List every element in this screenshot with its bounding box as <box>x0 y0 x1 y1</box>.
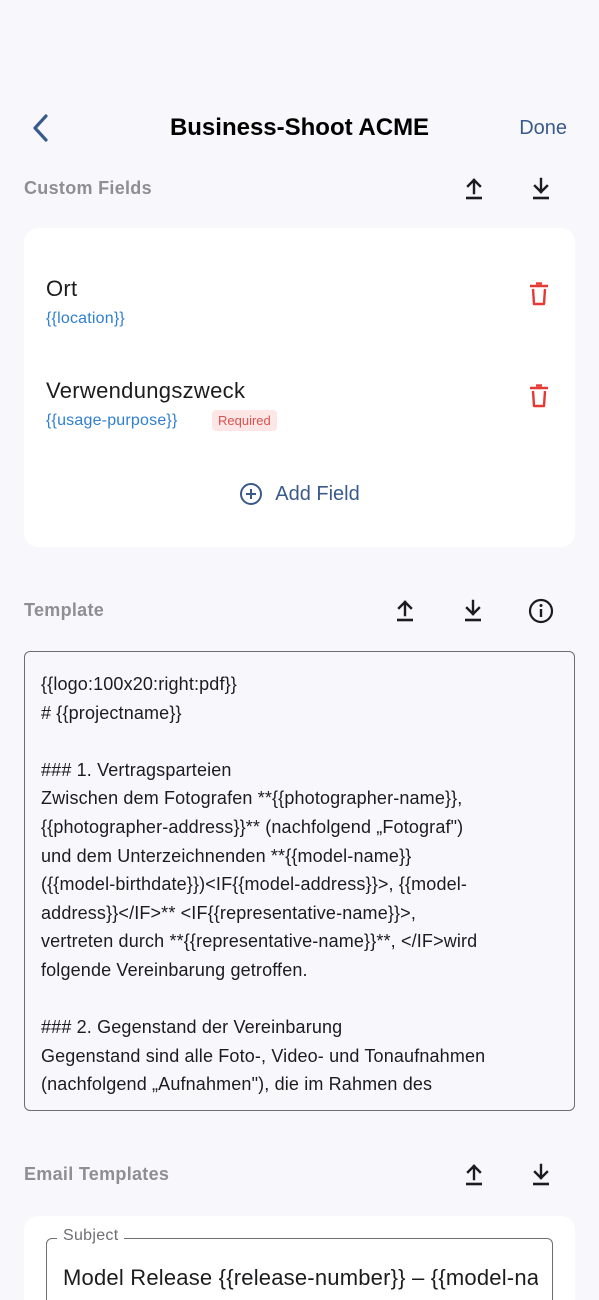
add-field-button[interactable]: Add Field <box>24 478 575 510</box>
custom-field-row[interactable]: Ort {{location}} <box>46 276 553 356</box>
page-title: Business-Shoot ACME <box>169 114 430 141</box>
trash-icon <box>530 384 548 408</box>
email-templates-card: Subject Model Release {{release-number}}… <box>24 1216 575 1300</box>
add-circle-icon <box>240 483 263 505</box>
upload-icon <box>397 600 413 622</box>
email-templates-header: Email Templates <box>24 1156 575 1196</box>
template-header: Template <box>24 592 575 632</box>
delete-field-button[interactable] <box>525 382 553 410</box>
custom-fields-upload-button[interactable] <box>459 174 489 204</box>
field-name: Verwendungszweck <box>46 378 246 403</box>
download-icon <box>533 1163 549 1186</box>
subject-label: Subject <box>57 1227 125 1245</box>
field-key: {{location}} <box>46 310 125 327</box>
done-button[interactable]: Done <box>519 117 567 140</box>
email-templates-label: Email Templates <box>24 1164 170 1184</box>
subject-value: Model Release {{release-number}} – {{mod… <box>63 1265 538 1290</box>
field-key: {{usage-purpose}} <box>46 412 178 429</box>
template-content: {{logo:100x20:right:pdf}} # {{projectnam… <box>41 674 486 1095</box>
delete-field-button[interactable] <box>525 280 553 308</box>
upload-icon <box>466 1164 482 1186</box>
template-label: Template <box>24 600 105 620</box>
custom-field-row[interactable]: Verwendungszweck {{usage-purpose}} Requi… <box>46 378 553 458</box>
info-icon <box>528 598 554 624</box>
email-templates-upload-button[interactable] <box>459 1160 489 1190</box>
add-field-label: Add Field <box>275 482 360 505</box>
upload-icon <box>466 178 482 200</box>
template-editor[interactable]: {{logo:100x20:right:pdf}} # {{projectnam… <box>24 651 575 1111</box>
required-badge: Required <box>212 410 277 431</box>
field-name: Ort <box>46 276 78 301</box>
trash-icon <box>530 282 548 306</box>
custom-fields-label: Custom Fields <box>24 178 152 198</box>
custom-fields-card: Ort {{location}} Verwendungszweck {{usag… <box>24 228 575 547</box>
custom-fields-download-button[interactable] <box>526 174 556 204</box>
custom-fields-header: Custom Fields <box>24 170 575 210</box>
template-info-button[interactable] <box>526 596 556 626</box>
email-templates-download-button[interactable] <box>526 1160 556 1190</box>
subject-field[interactable]: Subject Model Release {{release-number}}… <box>46 1227 553 1300</box>
download-icon <box>533 177 549 200</box>
template-upload-button[interactable] <box>390 596 420 626</box>
download-icon <box>465 599 481 622</box>
template-download-button[interactable] <box>458 596 488 626</box>
navigation-bar: Business-Shoot ACME Done <box>0 100 599 156</box>
